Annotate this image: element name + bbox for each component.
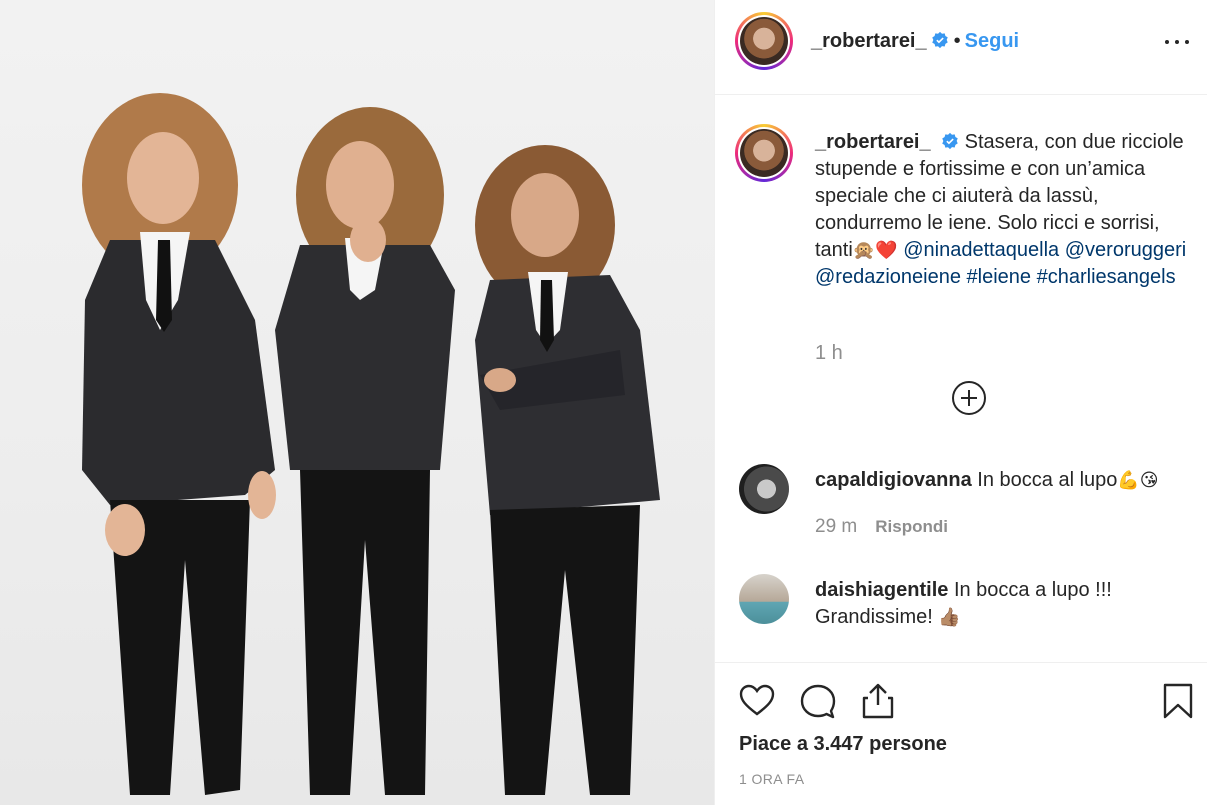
mention-link[interactable]: @redazioneiene bbox=[815, 266, 961, 288]
separator-dot: • bbox=[953, 30, 961, 52]
comment-meta: 29 m Rispondi bbox=[815, 516, 948, 538]
post-photo-illustration bbox=[82, 93, 660, 795]
post-actions: Piace a 3.447 persone 1 ORA FA bbox=[715, 662, 1207, 805]
heart-icon[interactable] bbox=[737, 681, 777, 721]
commenter-username[interactable]: capaldigiovanna bbox=[815, 469, 972, 491]
more-options-icon[interactable] bbox=[1164, 32, 1190, 52]
caption-author-avatar[interactable] bbox=[735, 124, 793, 182]
comment-body: daishiagentile In bocca a lupo !!! Grand… bbox=[815, 577, 1195, 631]
commenter-avatar[interactable] bbox=[739, 574, 789, 624]
post-caption: _robertarei_ Stasera, con due ricciole st… bbox=[815, 129, 1190, 291]
author-username[interactable]: _robertarei_ bbox=[811, 30, 927, 52]
follow-button[interactable]: Segui bbox=[965, 30, 1019, 52]
hashtag-link[interactable]: #leiene bbox=[967, 266, 1032, 288]
plus-circle-icon[interactable] bbox=[951, 380, 987, 416]
person-right bbox=[475, 145, 660, 795]
caption-username[interactable]: _robertarei_ bbox=[815, 131, 931, 153]
comment-emojis: 👍🏽 bbox=[938, 607, 961, 628]
caption-timestamp: 1 h bbox=[815, 342, 843, 364]
share-icon[interactable] bbox=[858, 681, 898, 721]
commenter-avatar[interactable] bbox=[739, 464, 789, 514]
commenter-username[interactable]: daishiagentile bbox=[815, 579, 948, 601]
post-timestamp: 1 ORA FA bbox=[739, 771, 805, 787]
comments-section[interactable]: _robertarei_ Stasera, con due ricciole st… bbox=[715, 96, 1207, 662]
reply-button[interactable]: Rispondi bbox=[875, 517, 948, 536]
comment-body: capaldigiovanna In bocca al lupo💪😘 bbox=[815, 467, 1195, 494]
header-user-line: _robertarei_ • Segui bbox=[811, 30, 1019, 53]
person-left bbox=[82, 93, 276, 795]
comment-text: In bocca al lupo bbox=[977, 469, 1118, 491]
mention-link[interactable]: @ninadettaquella bbox=[903, 239, 1059, 261]
post-image[interactable] bbox=[0, 0, 714, 805]
bookmark-icon[interactable] bbox=[1158, 681, 1198, 721]
mention-link[interactable]: @veroruggeri bbox=[1065, 239, 1186, 261]
comment-time: 29 m bbox=[815, 516, 858, 537]
author-avatar[interactable] bbox=[735, 12, 793, 70]
hashtag-link[interactable]: #charliesangels bbox=[1037, 266, 1176, 288]
verified-badge-icon bbox=[931, 31, 948, 49]
caption-emojis: 🙊❤️ bbox=[852, 240, 898, 261]
comment-emojis: 💪😘 bbox=[1117, 470, 1159, 491]
post-header: _robertarei_ • Segui bbox=[715, 0, 1207, 95]
comment-icon[interactable] bbox=[798, 681, 838, 721]
post-details-panel: _robertarei_ • Segui _robertarei_ Stasera, … bbox=[714, 0, 1207, 805]
verified-badge-icon bbox=[941, 132, 958, 150]
likes-count[interactable]: Piace a 3.447 persone bbox=[739, 733, 947, 756]
person-middle bbox=[275, 107, 455, 795]
